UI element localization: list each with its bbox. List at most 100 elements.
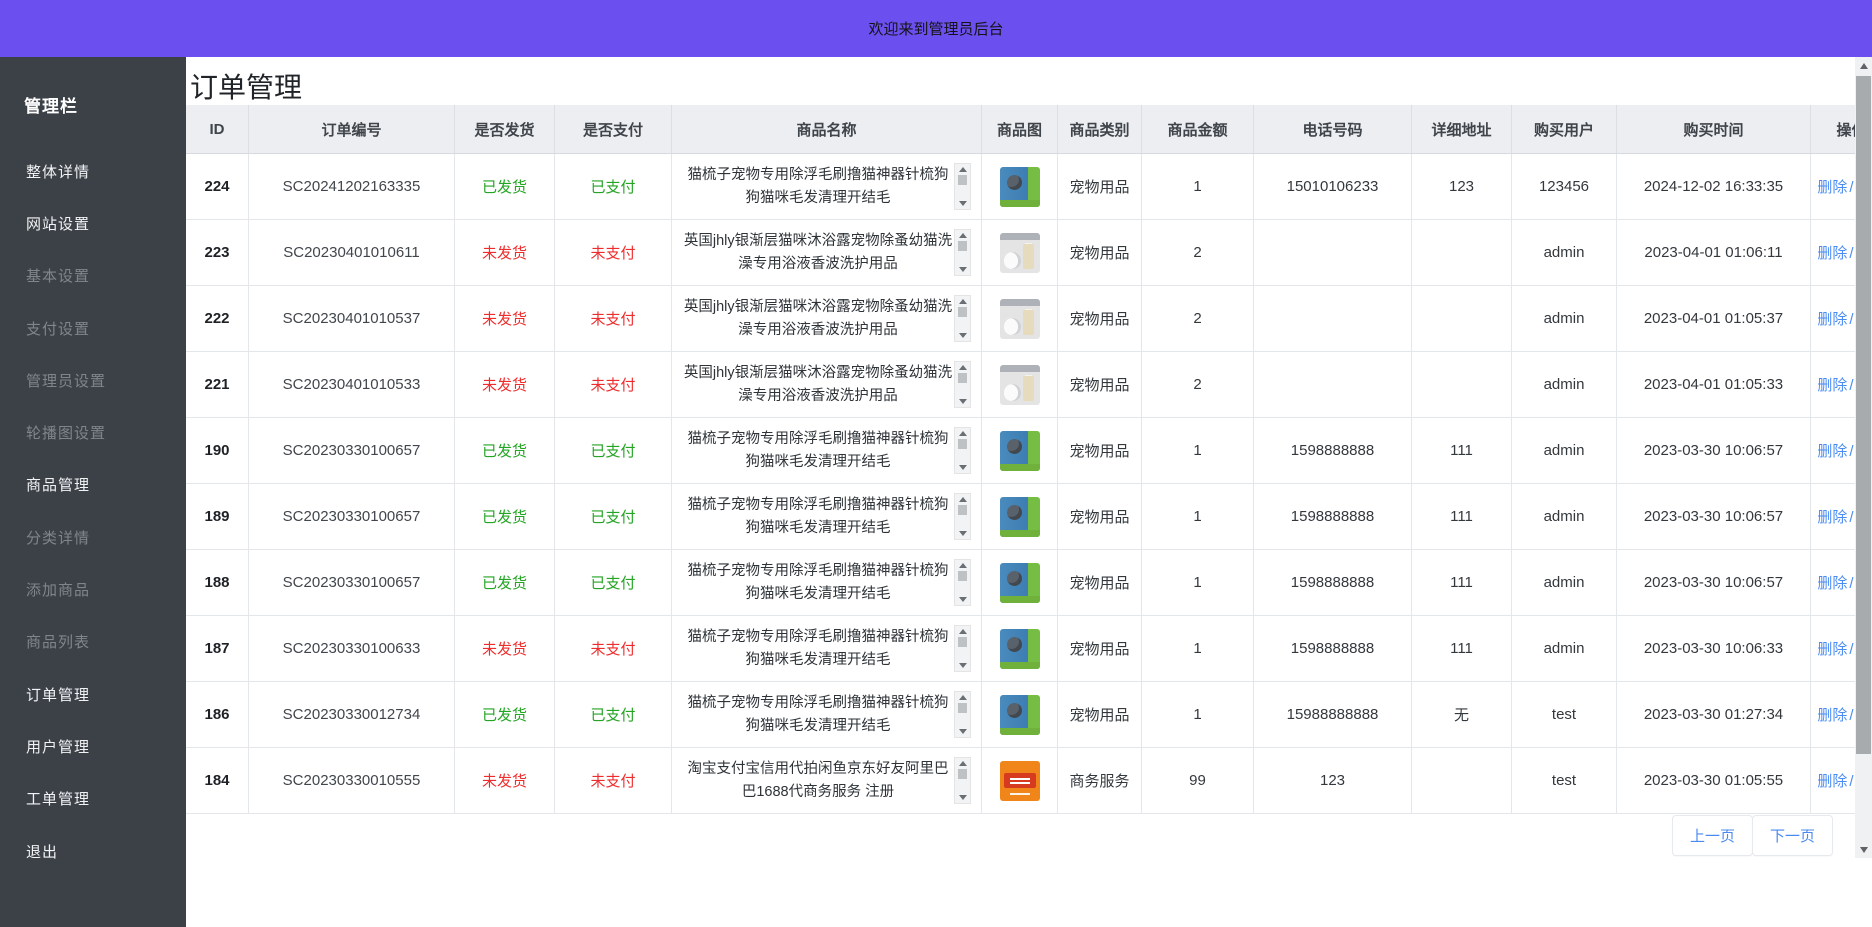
scroll-down-icon[interactable]	[955, 595, 970, 605]
product-name-scroller[interactable]: 英国jhly银渐层猫咪沐浴露宠物除蚤幼猫洗澡专用浴液香波洗护用品	[682, 295, 971, 342]
scrollbar-rail[interactable]	[954, 493, 971, 540]
scrollbar-track[interactable]	[955, 449, 970, 463]
scrollbar-track[interactable]	[955, 317, 970, 331]
delete-link[interactable]: 删除	[1817, 707, 1847, 724]
scrollbar-thumb[interactable]	[958, 703, 967, 713]
scroll-down-icon[interactable]	[955, 199, 970, 209]
scroll-down-icon[interactable]	[955, 793, 970, 803]
scroll-up-icon[interactable]	[955, 692, 970, 702]
scrollbar-rail[interactable]	[954, 229, 971, 276]
scroll-down-icon[interactable]	[955, 727, 970, 737]
cell-id: 222	[186, 286, 249, 352]
cell-address: 111	[1412, 418, 1512, 484]
scroll-up-icon[interactable]	[955, 428, 970, 438]
scrollbar-track[interactable]	[955, 581, 970, 595]
sidebar-item-2[interactable]: 基本设置	[0, 250, 186, 302]
scrollbar-rail[interactable]	[954, 757, 971, 804]
scroll-up-icon[interactable]	[955, 560, 970, 570]
scrollbar-thumb[interactable]	[958, 439, 967, 449]
cell-phone: 1598888888	[1254, 418, 1412, 484]
next-page-button[interactable]: 下一页	[1752, 815, 1833, 856]
scroll-down-icon[interactable]	[955, 331, 970, 341]
product-name-text: 猫梳子宠物专用除浮毛刷撸猫神器针梳狗狗猫咪毛发清理开结毛	[682, 427, 954, 474]
scrollbar-rail[interactable]	[954, 361, 971, 408]
scroll-up-icon[interactable]	[955, 494, 970, 504]
scrollbar-thumb[interactable]	[958, 505, 967, 515]
delete-link[interactable]: 删除	[1817, 575, 1847, 592]
scroll-down-icon[interactable]	[955, 661, 970, 671]
action-separator: /	[1849, 245, 1853, 262]
product-name-scroller[interactable]: 猫梳子宠物专用除浮毛刷撸猫神器针梳狗狗猫咪毛发清理开结毛	[682, 559, 971, 606]
sidebar-item-13[interactable]: 退出	[0, 825, 186, 877]
scrollbar-thumb[interactable]	[958, 373, 967, 383]
scroll-up-icon[interactable]	[955, 758, 970, 768]
sidebar-item-11[interactable]: 用户管理	[0, 720, 186, 772]
sidebar-item-0[interactable]: 整体详情	[0, 145, 186, 197]
sidebar-item-6[interactable]: 商品管理	[0, 459, 186, 511]
scrollbar-thumb[interactable]	[1856, 76, 1871, 754]
scrollbar-thumb[interactable]	[958, 637, 967, 647]
delete-link[interactable]: 删除	[1817, 773, 1847, 790]
scrollbar-track[interactable]	[955, 383, 970, 397]
delete-link[interactable]: 删除	[1817, 443, 1847, 460]
scrollbar-track[interactable]	[955, 713, 970, 727]
delete-link[interactable]: 删除	[1817, 377, 1847, 394]
cell-shipped-status: 已发货	[455, 550, 555, 616]
scroll-down-icon[interactable]	[955, 265, 970, 275]
scrollbar-thumb[interactable]	[958, 307, 967, 317]
scrollbar-track[interactable]	[955, 185, 970, 199]
product-name-scroller[interactable]: 英国jhly银渐层猫咪沐浴露宠物除蚤幼猫洗澡专用浴液香波洗护用品	[682, 229, 971, 276]
page-scrollbar[interactable]	[1855, 57, 1872, 858]
scroll-up-icon[interactable]	[1855, 57, 1872, 74]
scrollbar-rail[interactable]	[954, 295, 971, 342]
scrollbar-rail[interactable]	[954, 427, 971, 474]
sidebar-item-10[interactable]: 订单管理	[0, 668, 186, 720]
scrollbar-rail[interactable]	[954, 559, 971, 606]
scrollbar-thumb[interactable]	[958, 571, 967, 581]
scroll-down-icon[interactable]	[955, 397, 970, 407]
sidebar-item-5[interactable]: 轮播图设置	[0, 406, 186, 458]
scroll-up-icon[interactable]	[955, 164, 970, 174]
scrollbar-rail[interactable]	[954, 163, 971, 210]
scroll-up-icon[interactable]	[955, 230, 970, 240]
delete-link[interactable]: 删除	[1817, 245, 1847, 262]
cell-category: 宠物用品	[1058, 220, 1142, 286]
prev-page-button[interactable]: 上一页	[1672, 815, 1753, 856]
product-name-scroller[interactable]: 猫梳子宠物专用除浮毛刷撸猫神器针梳狗狗猫咪毛发清理开结毛	[682, 427, 971, 474]
scrollbar-thumb[interactable]	[958, 769, 967, 779]
sidebar-item-12[interactable]: 工单管理	[0, 773, 186, 825]
scroll-up-icon[interactable]	[955, 362, 970, 372]
scrollbar-rail[interactable]	[954, 625, 971, 672]
scroll-up-icon[interactable]	[955, 626, 970, 636]
cell-purchase-time: 2023-04-01 01:05:37	[1617, 286, 1811, 352]
product-name-scroller[interactable]: 猫梳子宠物专用除浮毛刷撸猫神器针梳狗狗猫咪毛发清理开结毛	[682, 691, 971, 738]
delete-link[interactable]: 删除	[1817, 311, 1847, 328]
product-name-scroller[interactable]: 猫梳子宠物专用除浮毛刷撸猫神器针梳狗狗猫咪毛发清理开结毛	[682, 493, 971, 540]
sidebar-item-9[interactable]: 商品列表	[0, 616, 186, 668]
scroll-down-icon[interactable]	[1855, 841, 1872, 858]
sidebar-item-8[interactable]: 添加商品	[0, 563, 186, 615]
scrollbar-thumb[interactable]	[958, 241, 967, 251]
sidebar-item-7[interactable]: 分类详情	[0, 511, 186, 563]
product-name-scroller[interactable]: 英国jhly银渐层猫咪沐浴露宠物除蚤幼猫洗澡专用浴液香波洗护用品	[682, 361, 971, 408]
scroll-down-icon[interactable]	[955, 463, 970, 473]
scrollbar-track[interactable]	[955, 515, 970, 529]
scroll-down-icon[interactable]	[955, 529, 970, 539]
product-name-scroller[interactable]: 猫梳子宠物专用除浮毛刷撸猫神器针梳狗狗猫咪毛发清理开结毛	[682, 163, 971, 210]
delete-link[interactable]: 删除	[1817, 509, 1847, 526]
scrollbar-thumb[interactable]	[958, 175, 967, 185]
delete-link[interactable]: 删除	[1817, 179, 1847, 196]
scrollbar-rail[interactable]	[954, 691, 971, 738]
scrollbar-track[interactable]	[955, 647, 970, 661]
product-name-scroller[interactable]: 淘宝支付宝信用代拍闲鱼京东好友阿里巴巴1688代商务服务 注册	[682, 757, 971, 804]
scroll-up-icon[interactable]	[955, 296, 970, 306]
sidebar-item-3[interactable]: 支付设置	[0, 302, 186, 354]
cell-product-name: 猫梳子宠物专用除浮毛刷撸猫神器针梳狗狗猫咪毛发清理开结毛	[672, 616, 982, 682]
scrollbar-track[interactable]	[955, 251, 970, 265]
sidebar-item-1[interactable]: 网站设置	[0, 197, 186, 249]
delete-link[interactable]: 删除	[1817, 641, 1847, 658]
product-name-scroller[interactable]: 猫梳子宠物专用除浮毛刷撸猫神器针梳狗狗猫咪毛发清理开结毛	[682, 625, 971, 672]
sidebar-item-4[interactable]: 管理员设置	[0, 354, 186, 406]
scrollbar-track[interactable]	[1855, 74, 1872, 841]
scrollbar-track[interactable]	[955, 779, 970, 793]
